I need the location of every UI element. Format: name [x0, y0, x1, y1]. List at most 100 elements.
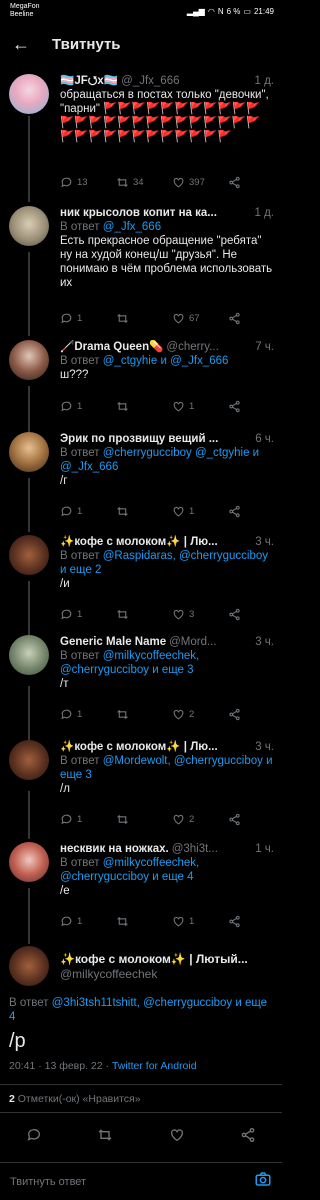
- author-name[interactable]: ✨кофе с молоком✨ | Лю...: [60, 740, 218, 754]
- like-button[interactable]: 2: [172, 813, 212, 826]
- like-button[interactable]: 397: [172, 176, 212, 189]
- share-button[interactable]: [228, 176, 268, 189]
- author-name[interactable]: Эрик по прозвищу вещий ...: [60, 432, 218, 446]
- author-name[interactable]: 🦯Drama Queen💊: [60, 340, 163, 354]
- reply-context: В ответ @_ctgyhie и @_Jfx_666: [60, 354, 274, 368]
- share-button[interactable]: [228, 708, 268, 721]
- author-name[interactable]: Generic Male Name: [60, 635, 166, 649]
- retweet-button[interactable]: [116, 505, 156, 518]
- back-arrow-icon[interactable]: ←: [12, 34, 52, 55]
- tweet-time: 1 ч.: [255, 843, 274, 855]
- tweet-text: /е: [60, 885, 70, 897]
- like-button[interactable]: 1: [172, 400, 212, 413]
- author-name[interactable]: несквик на ножках.: [60, 842, 169, 856]
- avatar[interactable]: [9, 432, 49, 472]
- reply-count: 1: [77, 814, 83, 825]
- retweet-button[interactable]: [116, 708, 156, 721]
- avatar[interactable]: [9, 635, 49, 675]
- clock: 21:49: [253, 6, 274, 16]
- reply-icon: [27, 1129, 40, 1141]
- tweet-text: ш???: [60, 369, 89, 381]
- retweet-button[interactable]: [116, 312, 156, 325]
- reply-icon: [61, 177, 72, 188]
- avatar[interactable]: [9, 842, 49, 882]
- author-name[interactable]: ник крысолов копит на ка...: [60, 206, 217, 220]
- reply-to-link[interactable]: @_ctgyhie и @_Jfx_666: [103, 355, 229, 367]
- retweet-button[interactable]: [116, 400, 156, 413]
- likes-label: Отметки(-ок) «Нравится»: [17, 1093, 141, 1105]
- heart-icon: [173, 916, 184, 927]
- share-button[interactable]: [228, 813, 268, 826]
- retweet-button[interactable]: [116, 608, 156, 621]
- tweet-time: 1 д.: [254, 207, 275, 219]
- thread-line: [28, 478, 30, 532]
- reply-button[interactable]: 1: [60, 505, 100, 518]
- thread-line: [28, 791, 30, 839]
- avatar[interactable]: [9, 206, 49, 246]
- reply-prefix: В ответ: [60, 550, 100, 562]
- share-icon: [229, 400, 240, 413]
- reply-to-link[interactable]: @_Jfx_666: [103, 221, 161, 233]
- retweet-button[interactable]: [116, 915, 156, 928]
- reply-button[interactable]: 1: [60, 708, 100, 721]
- avatar[interactable]: [9, 946, 49, 986]
- tweet-actions: 1 2: [60, 813, 268, 826]
- retweet-button[interactable]: [116, 813, 156, 826]
- share-icon: [229, 505, 240, 518]
- tweet-text: /т: [60, 678, 69, 690]
- tweet-actions: 1 3: [60, 608, 268, 621]
- share-button[interactable]: [228, 505, 268, 518]
- share-button[interactable]: [228, 312, 268, 325]
- reply-button[interactable]: [26, 1127, 42, 1143]
- carrier-1: MegaFon: [10, 3, 40, 10]
- divider: [0, 1084, 282, 1085]
- reply-context: В ответ @milkycoffeechek, @cherryguccibo…: [60, 649, 274, 677]
- likes-stats[interactable]: 2 Отметки(-ок) «Нравится»: [9, 1093, 141, 1105]
- avatar[interactable]: [9, 740, 49, 780]
- like-button[interactable]: 1: [172, 915, 212, 928]
- client-link[interactable]: Twitter for Android: [112, 1060, 197, 1072]
- share-button[interactable]: [228, 915, 268, 928]
- reply-context: В ответ @_Jfx_666: [60, 220, 274, 234]
- like-button[interactable]: 2: [172, 708, 212, 721]
- retweet-button[interactable]: 34: [116, 176, 156, 189]
- share-icon: [241, 1128, 255, 1142]
- retweet-button[interactable]: [97, 1127, 113, 1143]
- like-button[interactable]: [169, 1127, 185, 1143]
- status-icons: ▂▄▆ ◠ N 6 % ▭ 21:49: [187, 7, 274, 16]
- author-name[interactable]: ✨кофе с молоком✨ | Лю...: [60, 535, 218, 549]
- thread-line: [28, 252, 30, 336]
- heart-icon: [173, 313, 184, 324]
- share-button[interactable]: [228, 608, 268, 621]
- avatar[interactable]: [9, 74, 49, 114]
- share-icon: [229, 708, 240, 721]
- reply-count: 1: [77, 709, 83, 720]
- author-name[interactable]: ✨кофе с молоком✨ | Лютый...: [60, 952, 274, 967]
- tweet-actions: 1 2: [60, 708, 268, 721]
- share-button[interactable]: [228, 400, 268, 413]
- reply-button[interactable]: 1: [60, 608, 100, 621]
- reply-input[interactable]: Твитнуть ответ: [10, 1176, 86, 1188]
- tweet-text: /и: [60, 578, 70, 590]
- reply-button[interactable]: 13: [60, 176, 100, 189]
- camera-icon[interactable]: [254, 1170, 272, 1193]
- reply-button[interactable]: 1: [60, 915, 100, 928]
- reply-icon: [61, 609, 72, 620]
- author-name[interactable]: 🏳️‍⚧️JF⭯x🏳️‍⚧️: [60, 74, 118, 88]
- carrier-2: Beeline: [10, 11, 34, 18]
- reply-prefix: В ответ: [60, 857, 100, 869]
- reply-button[interactable]: 1: [60, 312, 100, 325]
- divider: [0, 1112, 282, 1113]
- reply-button[interactable]: 1: [60, 400, 100, 413]
- avatar[interactable]: [9, 535, 49, 575]
- like-button[interactable]: 1: [172, 505, 212, 518]
- share-button[interactable]: [240, 1127, 256, 1143]
- tweet-actions: 1 1: [60, 505, 268, 518]
- thread-line: [28, 686, 30, 740]
- reply-button[interactable]: 1: [60, 813, 100, 826]
- signal-icon: ▂▄▆: [186, 6, 205, 16]
- like-button[interactable]: 3: [172, 608, 212, 621]
- avatar[interactable]: [9, 340, 49, 380]
- like-button[interactable]: 67: [172, 312, 212, 325]
- main-tweet-actions: [26, 1127, 256, 1143]
